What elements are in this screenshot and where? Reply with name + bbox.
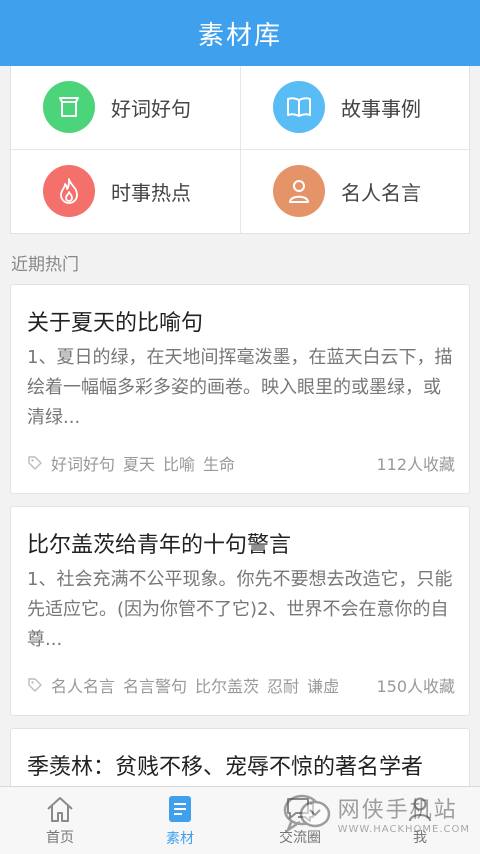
card-title: 季羡林：贫贱不移、宠辱不惊的著名学者 bbox=[27, 755, 424, 780]
card-title: 关于夏天的比喻句 bbox=[27, 311, 204, 336]
category-grid: 好词好句 故事事例 时事热点 名人名言 bbox=[10, 66, 470, 234]
favorites-count: 150人收藏 bbox=[376, 677, 455, 696]
box-icon bbox=[43, 81, 95, 134]
tag-list: 好词好句 夏天 比喻 生命 bbox=[51, 451, 376, 475]
home-icon bbox=[47, 796, 73, 822]
card-footer: 名人名言 名言警句 比尔盖茨 忍耐 谦虚 150人收藏 bbox=[27, 673, 455, 697]
app-header: 素材库 bbox=[0, 0, 480, 66]
page-title: 素材库 bbox=[197, 20, 282, 51]
book-icon bbox=[273, 81, 325, 134]
tab-label: 首页 bbox=[46, 829, 74, 846]
person-icon bbox=[273, 165, 325, 218]
category-good-phrases[interactable]: 好词好句 bbox=[11, 66, 240, 150]
tag[interactable]: 比尔盖茨 bbox=[195, 673, 259, 697]
tab-materials[interactable]: 素材 bbox=[120, 787, 240, 854]
watermark: 网侠手机站 WWW.HACKHOME.COM bbox=[282, 790, 470, 836]
tag[interactable]: 夏天 bbox=[123, 451, 155, 475]
category-stories[interactable]: 故事事例 bbox=[240, 66, 469, 150]
favorites-count: 112人收藏 bbox=[376, 455, 455, 474]
tag[interactable]: 好词好句 bbox=[51, 451, 115, 475]
watermark-logo-icon bbox=[283, 794, 330, 834]
category-hot-topics[interactable]: 时事热点 bbox=[11, 150, 240, 234]
card-excerpt: 1、夏日的绿，在天地间挥毫泼墨，在蓝天白云下，描绘着一幅幅多彩多姿的画卷。映入眼… bbox=[27, 347, 453, 428]
tag-icon bbox=[28, 456, 42, 470]
category-label: 好词好句 bbox=[111, 96, 191, 121]
tag[interactable]: 名言警句 bbox=[123, 673, 187, 697]
section-heading: 近期热门 bbox=[11, 255, 79, 275]
tag-icon bbox=[28, 678, 42, 692]
tag[interactable]: 生命 bbox=[203, 451, 235, 475]
card-footer: 好词好句 夏天 比喻 生命 112人收藏 bbox=[27, 451, 455, 475]
tab-label: 素材 bbox=[166, 830, 194, 847]
tag[interactable]: 比喻 bbox=[163, 451, 195, 475]
article-card[interactable]: 比尔盖茨给青年的十句警言 1、社会充满不公平现象。你先不要想去改造它，只能先适应… bbox=[10, 506, 470, 716]
card-excerpt: 1、社会充满不公平现象。你先不要想去改造它，只能先适应它。(因为你管不了它)2、… bbox=[27, 569, 453, 650]
watermark-url: WWW.HACKHOME.COM bbox=[337, 823, 470, 835]
tab-home[interactable]: 首页 bbox=[0, 787, 120, 854]
document-icon bbox=[169, 795, 191, 822]
card-title: 比尔盖茨给青年的十句警言 bbox=[27, 533, 292, 558]
category-label: 故事事例 bbox=[341, 96, 421, 121]
tag-list: 名人名言 名言警句 比尔盖茨 忍耐 谦虚 bbox=[51, 673, 376, 697]
category-label: 时事热点 bbox=[111, 180, 191, 205]
tag[interactable]: 名人名言 bbox=[51, 673, 115, 697]
category-label: 名人名言 bbox=[341, 180, 421, 205]
flame-icon bbox=[43, 165, 95, 218]
category-famous-quotes[interactable]: 名人名言 bbox=[240, 149, 469, 233]
tag[interactable]: 谦虚 bbox=[307, 673, 339, 697]
article-card[interactable]: 关于夏天的比喻句 1、夏日的绿，在天地间挥毫泼墨，在蓝天白云下，描绘着一幅幅多彩… bbox=[10, 284, 470, 494]
tag[interactable]: 忍耐 bbox=[267, 673, 299, 697]
watermark-text: 网侠手机站 bbox=[337, 797, 458, 823]
